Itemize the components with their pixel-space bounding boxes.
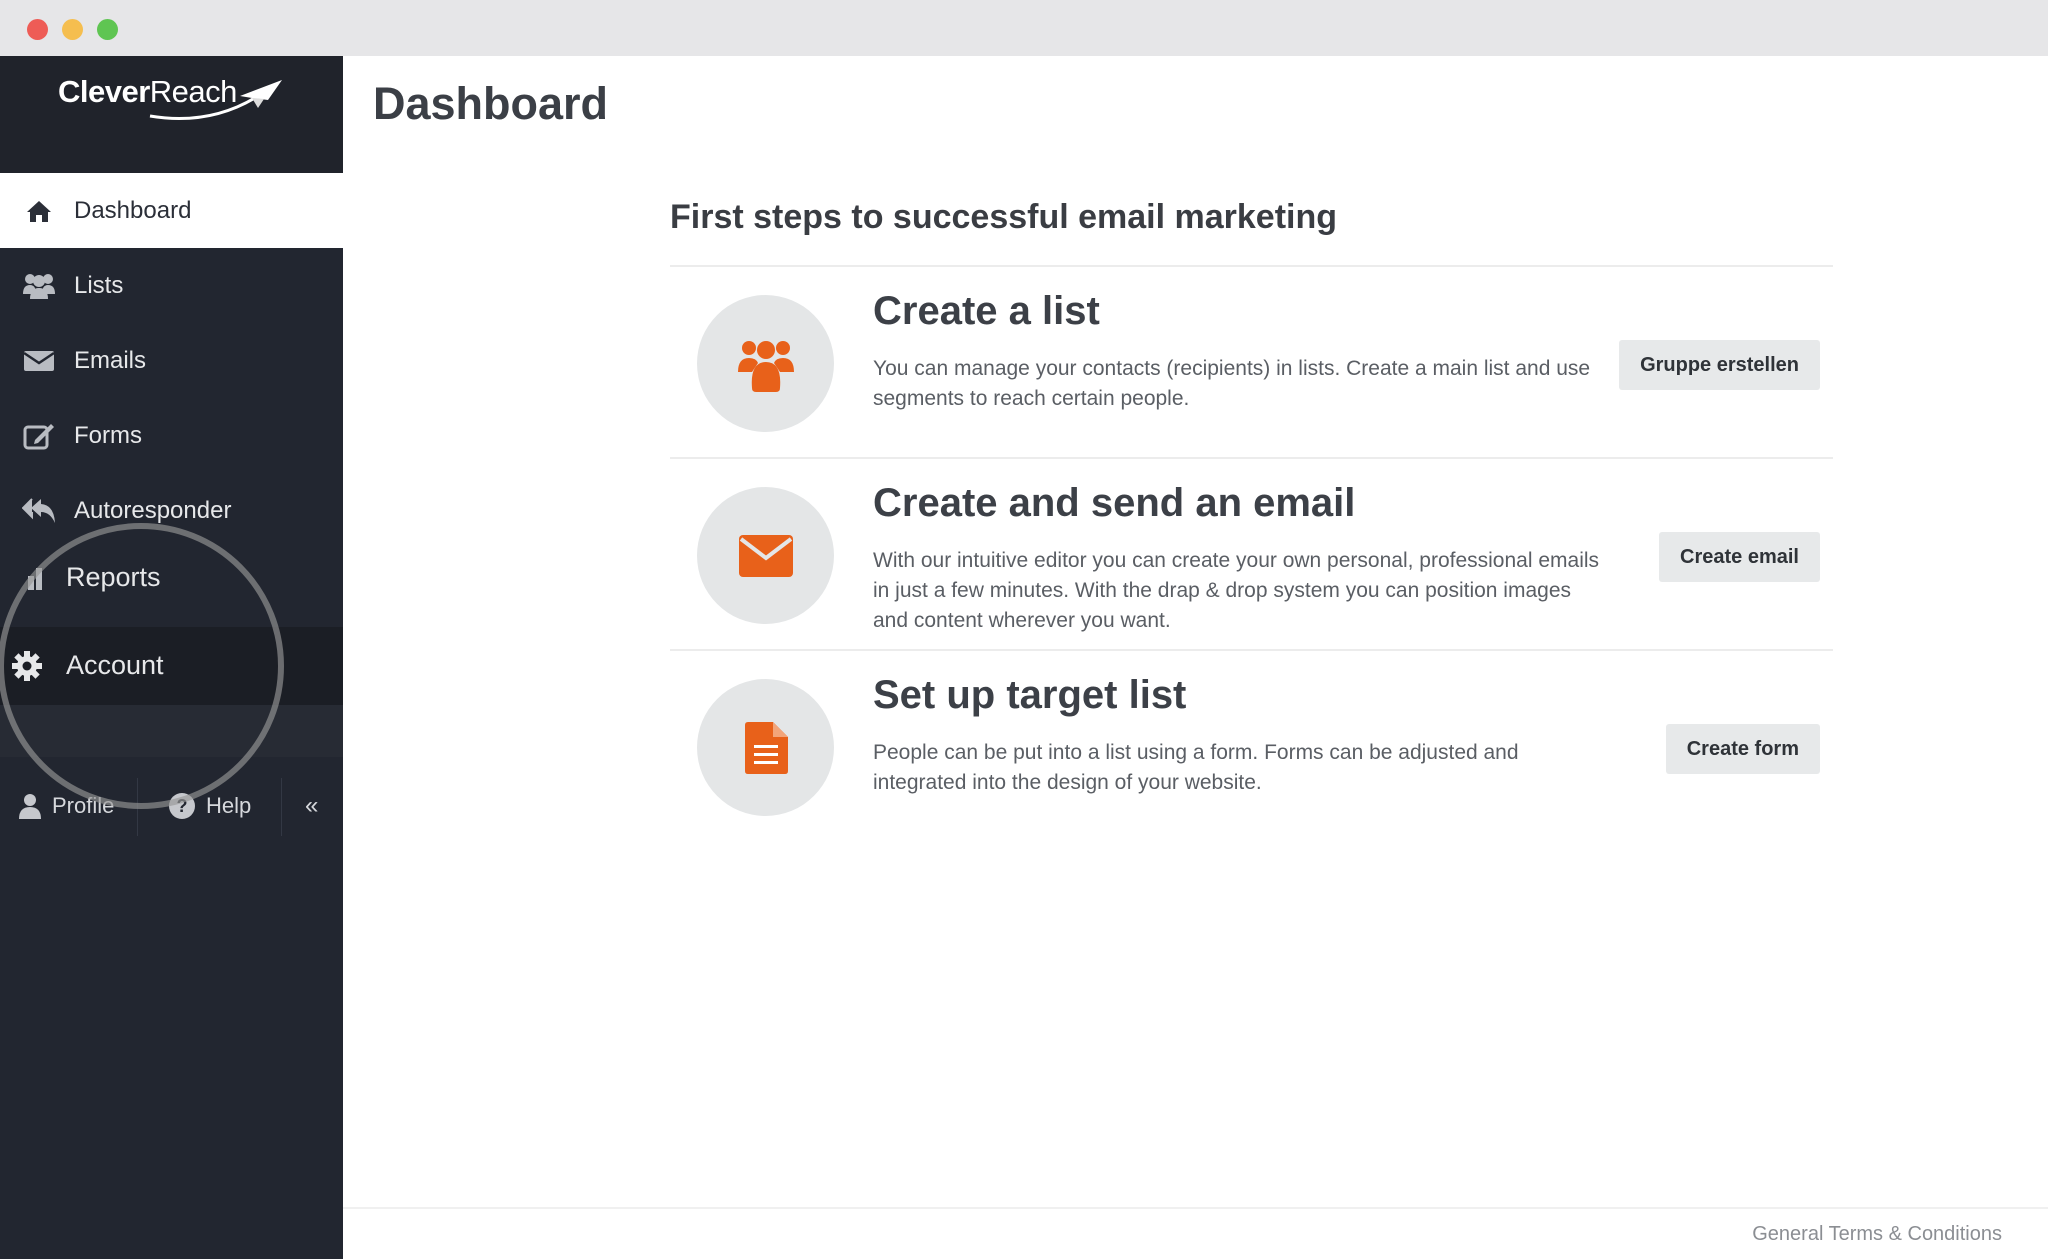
- step-icon-circle: [697, 679, 834, 816]
- logo-swoosh-icon: [149, 80, 282, 120]
- envelope-icon: [20, 349, 58, 373]
- document-icon: [744, 721, 788, 774]
- bottom-separator: [281, 778, 282, 836]
- sidebar-item-emails[interactable]: Emails: [0, 323, 343, 398]
- user-icon: [19, 794, 41, 819]
- sidebar-item-label: Forms: [74, 421, 142, 449]
- step-icon-circle: [697, 295, 834, 432]
- minimize-window-button[interactable]: [62, 19, 83, 40]
- help-label: Help: [206, 793, 252, 818]
- sidebar-item-forms[interactable]: Forms: [0, 398, 343, 473]
- window-titlebar: [0, 0, 2048, 56]
- maximize-window-button[interactable]: [97, 19, 118, 40]
- step-icon-circle: [697, 487, 834, 624]
- sidebar-item-lists[interactable]: Lists: [0, 248, 343, 323]
- highlight-circle: [0, 523, 284, 809]
- close-window-button[interactable]: [27, 19, 48, 40]
- collapse-sidebar-button[interactable]: «: [305, 766, 318, 846]
- sidebar-item-label: Emails: [74, 346, 147, 374]
- create-email-button[interactable]: Create email: [1659, 532, 1820, 582]
- sidebar-item-label: Lists: [74, 271, 124, 299]
- main-content: Dashboard First steps to successful emai…: [343, 56, 2048, 1259]
- step-create-email: Create and send an email With our intuit…: [670, 459, 1833, 649]
- users-icon: [20, 272, 58, 300]
- step-title: Set up target list: [873, 673, 1187, 717]
- step-description: You can manage your contacts (recipients…: [873, 357, 1591, 410]
- envelope-icon: [738, 534, 793, 577]
- footer-divider: [343, 1207, 2048, 1209]
- logo-text-bold: Clever: [58, 74, 150, 109]
- create-group-button[interactable]: Gruppe erstellen: [1619, 340, 1820, 390]
- reply-all-icon: [20, 497, 58, 525]
- edit-icon: [20, 422, 58, 450]
- step-description: With our intuitive editor you can create…: [873, 549, 1600, 632]
- logo-area: CleverReach: [0, 56, 343, 173]
- sidebar-item-dashboard[interactable]: Dashboard: [0, 173, 343, 248]
- step-title: Create a list: [873, 289, 1100, 333]
- page-title: Dashboard: [373, 78, 609, 129]
- create-form-button[interactable]: Create form: [1665, 724, 1820, 774]
- double-chevron-left-icon: «: [305, 792, 319, 819]
- sidebar: CleverReach Dashboard Lists Emails Forms: [0, 56, 343, 1259]
- step-description: People can be put into a list using a fo…: [873, 741, 1519, 794]
- users-icon: [737, 340, 794, 392]
- step-create-list: Create a list You can manage your contac…: [670, 267, 1833, 457]
- section-title: First steps to successful email marketin…: [670, 198, 1338, 236]
- sidebar-item-label: Dashboard: [74, 196, 192, 224]
- step-target-list: Set up target list People can be put int…: [670, 651, 1833, 841]
- sidebar-item-label: Autoresponder: [74, 496, 232, 524]
- step-title: Create and send an email: [873, 481, 1356, 525]
- home-icon: [20, 199, 58, 223]
- terms-link[interactable]: General Terms & Conditions: [1752, 1223, 2002, 1246]
